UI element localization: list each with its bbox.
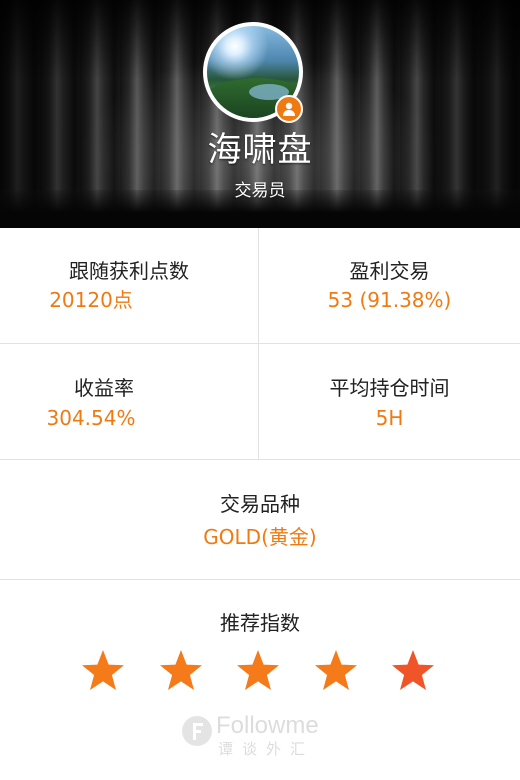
- stat-follow-points: 跟随获利点数 20120点: [0, 228, 259, 343]
- stat-return-rate: 收益率 304.54%: [0, 344, 259, 459]
- stat-follow-points-label: 跟随获利点数: [69, 259, 189, 283]
- stat-instrument: 交易品种 GOLD(黄金): [0, 460, 520, 579]
- trader-name: 海啸盘: [207, 130, 313, 170]
- stat-profitable-trades-value: 53 (91.38%): [327, 288, 452, 312]
- watermark-brand: Followme: [216, 712, 319, 739]
- stat-follow-points-value: 20120点: [49, 288, 133, 312]
- stats-row-1: 跟随获利点数 20120点 盈利交易 53 (91.38%): [0, 228, 520, 344]
- star-icon: [235, 648, 281, 694]
- profile-header: 海啸盘 交易员: [0, 0, 520, 228]
- star-icon: [313, 648, 359, 694]
- trader-profile-page: 海啸盘 交易员 跟随获利点数 20120点 盈利交易 53 (91.38%) 收…: [0, 0, 520, 780]
- stats-row-2: 收益率 304.54% 平均持仓时间 5H: [0, 344, 520, 460]
- star-icon: [80, 648, 126, 694]
- star-icon: [390, 648, 436, 694]
- stat-return-rate-value: 304.54%: [46, 406, 136, 430]
- star-icon: [158, 648, 204, 694]
- followme-logo-icon: [182, 716, 212, 746]
- stat-profitable-trades: 盈利交易 53 (91.38%): [259, 228, 520, 343]
- stat-instrument-label: 交易品种: [220, 492, 300, 516]
- stats-row-3: 交易品种 GOLD(黄金): [0, 460, 520, 580]
- stat-avg-holding-label: 平均持仓时间: [329, 376, 450, 400]
- followme-watermark: Followme 谭谈外汇: [180, 712, 360, 762]
- trader-role: 交易员: [234, 181, 286, 201]
- watermark-subtitle: 谭谈外汇: [218, 740, 315, 758]
- stat-profitable-trades-label: 盈利交易: [349, 259, 430, 283]
- user-icon: [275, 95, 303, 123]
- stats-grid: 跟随获利点数 20120点 盈利交易 53 (91.38%) 收益率 304.5…: [0, 228, 520, 580]
- stat-avg-holding: 平均持仓时间 5H: [259, 344, 520, 459]
- stat-avg-holding-value: 5H: [375, 406, 404, 430]
- stat-instrument-value: GOLD(黄金): [203, 525, 317, 549]
- stat-return-rate-label: 收益率: [74, 376, 134, 400]
- rating-stars: [0, 648, 520, 698]
- rating-label: 推荐指数: [220, 611, 300, 635]
